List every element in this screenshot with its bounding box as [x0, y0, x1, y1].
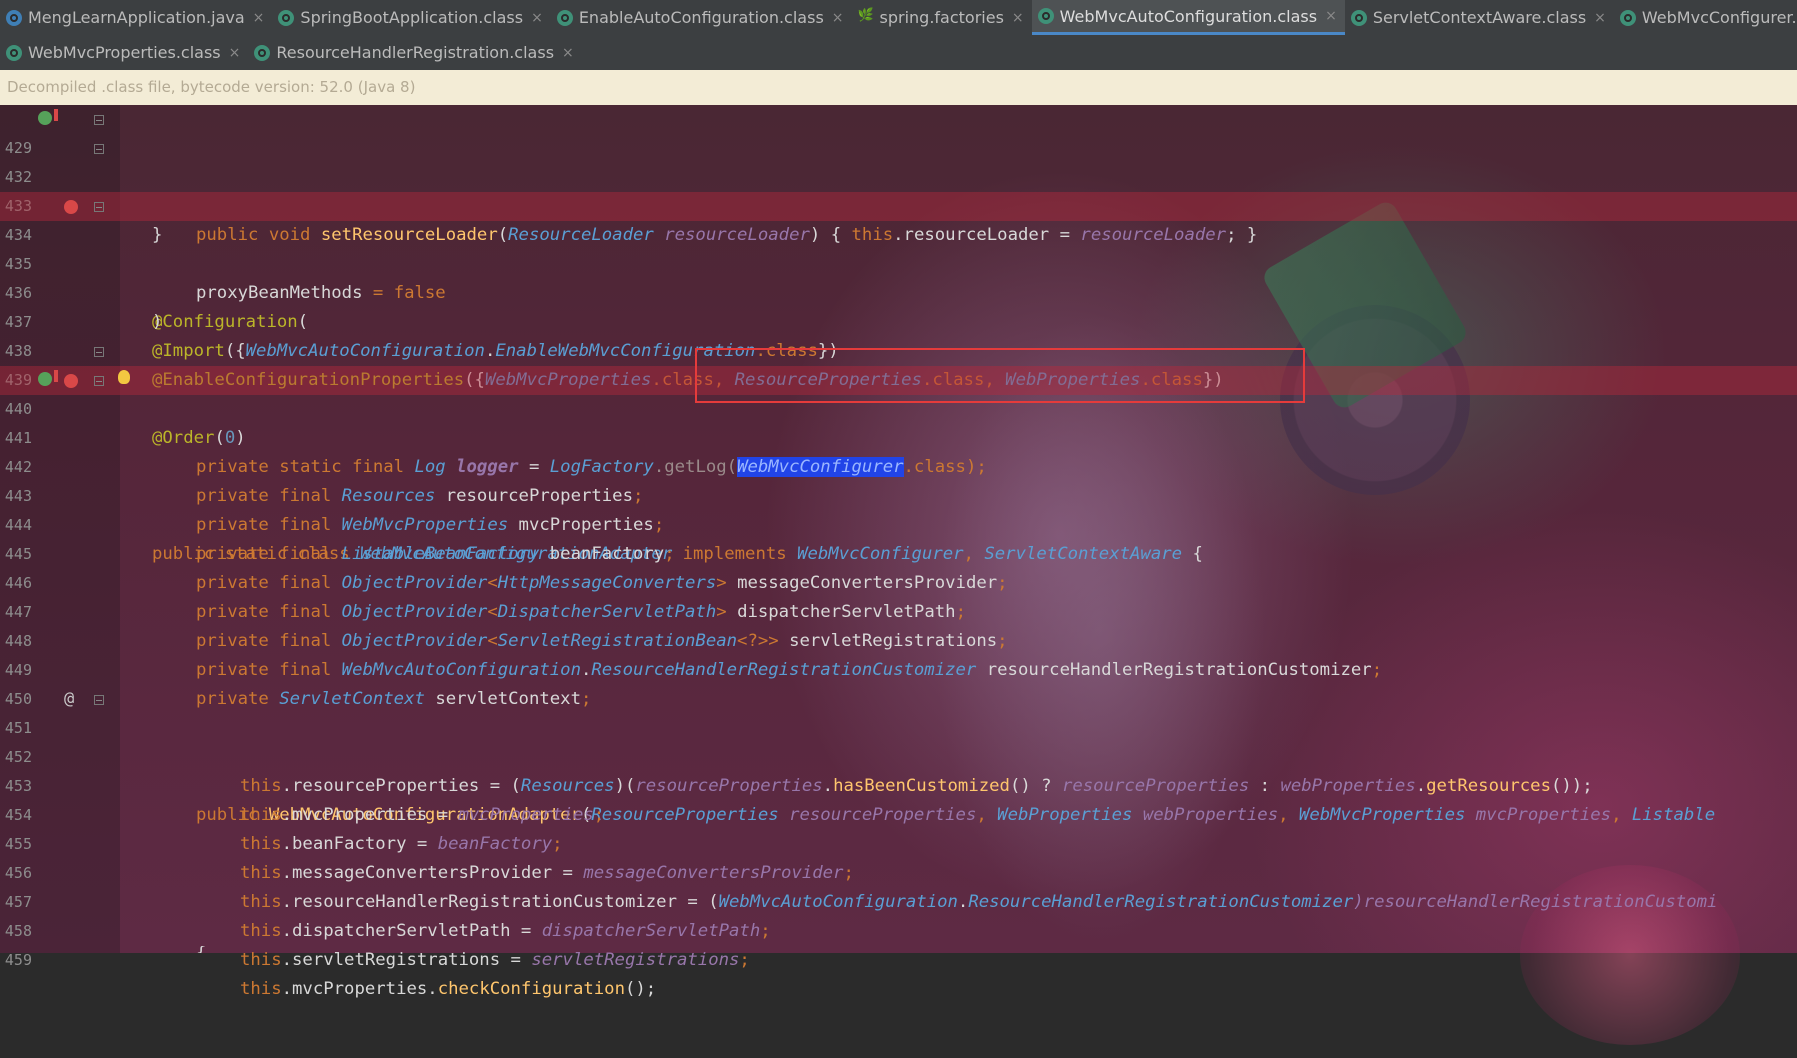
tab-label: ServletContextAware.class [1372, 8, 1587, 27]
code-line-458[interactable]: 458 this.servletRegistrations = servletR… [0, 888, 1797, 970]
interface-icon [1350, 9, 1367, 26]
code-line-440[interactable]: 440 public static class WebMvcAutoConfig… [0, 366, 1797, 564]
interface-icon [1619, 9, 1636, 26]
tab-webmvcproperties-class[interactable]: WebMvcProperties.class × [0, 35, 248, 70]
spring-leaf-icon [858, 8, 874, 26]
code-line-447[interactable]: 447 private final ObjectProvider<Servlet… [0, 569, 1797, 651]
implementation-marker-icon[interactable] [38, 370, 58, 386]
fold-marker-icon[interactable] [94, 202, 104, 212]
lightbulb-icon[interactable] [118, 370, 130, 384]
code-line-434[interactable]: 434 @Configuration( [0, 192, 1797, 332]
code-line-433[interactable]: 433 [0, 163, 1797, 215]
code-token: ; [739, 950, 750, 970]
breakpoint-icon[interactable] [64, 200, 78, 214]
tab-menglearnapplication-java[interactable]: MengLearnApplication.java × [0, 0, 272, 35]
code-line-432[interactable]: 432 } [0, 134, 1797, 245]
code-token: .mvcProperties. [281, 979, 438, 999]
code-line-457[interactable]: 457 this.dispatcherServletPath = dispatc… [0, 859, 1797, 941]
code-line-438[interactable]: 438 @EnableConfigurationProperties({WebM… [0, 308, 1797, 390]
close-icon[interactable]: × [562, 45, 574, 61]
at-annotation-icon[interactable]: @ [64, 685, 78, 709]
fold-marker-icon[interactable] [94, 695, 104, 705]
code-editor[interactable]: 429 public void setResourceLoader(Resour… [0, 105, 1797, 999]
code-token: servletRegistrations [531, 950, 740, 970]
code-line-448[interactable]: 448 private final WebMvcAutoConfiguratio… [0, 598, 1797, 680]
code-line-444[interactable]: 444 private final ListableBeanFactory be… [0, 482, 1797, 564]
decompiled-notice-banner: Decompiled .class file, bytecode version… [0, 70, 1797, 105]
tab-springbootapplication-class[interactable]: SpringBootApplication.class × [272, 0, 550, 35]
code-line-460-partial: } [0, 946, 1797, 953]
tab-label: SpringBootApplication.class [300, 8, 524, 27]
code-line-455[interactable]: 455 this.messageConvertersProvider = mes… [0, 801, 1797, 883]
fold-marker-icon[interactable] [94, 376, 104, 386]
tab-label: WebMvcProperties.class [28, 43, 221, 62]
override-marker-icon[interactable] [38, 109, 58, 125]
tab-resourcehandlerregistration-class[interactable]: ResourceHandlerRegistration.class × [248, 35, 581, 70]
code-line-439[interactable]: 439 @Order(0) [0, 337, 1797, 448]
tab-label: WebMvcConfigurer.class [1641, 8, 1797, 27]
tab-webmvcconfigurer-class[interactable]: WebMvcConfigurer.class × [1614, 0, 1797, 35]
java-class-icon [6, 9, 22, 26]
tab-spring-factories[interactable]: spring.factories × [852, 0, 1032, 35]
tab-webmvcautoconfiguration-class[interactable]: WebMvcAutoConfiguration.class × [1031, 0, 1345, 35]
tab-servletcontextaware-class[interactable]: ServletContextAware.class × [1345, 0, 1614, 35]
editor-tab-bar-row-1: MengLearnApplication.java × SpringBootAp… [0, 0, 1797, 36]
fold-marker-icon[interactable] [94, 347, 104, 357]
tab-label: spring.factories [879, 8, 1004, 27]
editor-tab-bar-row-2: WebMvcProperties.class × ResourceHandler… [0, 35, 1797, 71]
tab-label: MengLearnApplication.java [28, 8, 245, 27]
code-token: } [196, 946, 206, 953]
tab-label: WebMvcAutoConfiguration.class [1059, 6, 1318, 26]
code-line-445[interactable]: 445 private final ObjectProvider<HttpMes… [0, 511, 1797, 593]
tab-label: EnableAutoConfiguration.class [578, 8, 824, 27]
class-icon [1037, 8, 1054, 24]
close-icon[interactable]: × [229, 45, 241, 61]
code-line-436[interactable]: 436 ) [0, 250, 1797, 332]
code-line-446[interactable]: 446 private final ObjectProvider<Dispatc… [0, 540, 1797, 622]
code-token: checkConfiguration [437, 979, 625, 999]
close-icon[interactable]: × [1012, 10, 1024, 26]
fold-marker-icon[interactable] [94, 115, 104, 125]
close-icon[interactable]: × [531, 10, 543, 26]
annotation-icon [556, 9, 573, 26]
code-line-454[interactable]: 454 this.beanFactory = beanFactory; [0, 772, 1797, 854]
code-token: this [240, 979, 282, 999]
code-line-459[interactable]: 459 this.mvcProperties.checkConfiguratio… [0, 917, 1797, 999]
code-line-451[interactable]: 451 @ public WebMvcAutoConfigurationAdap… [0, 685, 1797, 825]
annotation-icon [278, 9, 295, 26]
code-line-449[interactable]: 449 private ServletContext servletContex… [0, 627, 1797, 709]
code-line-442[interactable]: 442 private final Resources resourceProp… [0, 424, 1797, 506]
class-icon [254, 44, 271, 61]
code-line-453[interactable]: 453 this.mvcProperties = mvcProperties; [0, 743, 1797, 825]
close-icon[interactable]: × [253, 10, 265, 26]
code-line-429[interactable]: 429 public void setResourceLoader(Resour… [0, 105, 1797, 245]
fold-marker-icon[interactable] [94, 144, 104, 154]
code-line-452[interactable]: 452 this.resourceProperties = (Resources… [0, 714, 1797, 796]
tab-enableautoconfiguration-class[interactable]: EnableAutoConfiguration.class × [551, 0, 852, 35]
close-icon[interactable]: × [832, 10, 844, 26]
code-line-441[interactable]: 441 private static final Log logger = Lo… [0, 395, 1797, 477]
close-icon[interactable]: × [1325, 8, 1337, 24]
code-line-435[interactable]: 435 proxyBeanMethods = false [0, 221, 1797, 303]
class-icon [6, 44, 22, 61]
code-token: .servletRegistrations = [281, 950, 532, 970]
code-line-450[interactable]: 450 [0, 656, 1797, 708]
code-line-456[interactable]: 456 this.resourceHandlerRegistrationCust… [0, 830, 1797, 912]
code-line-437[interactable]: 437 @Import({WebMvcAutoConfiguration.Ena… [0, 279, 1797, 361]
code-token: (); [624, 979, 657, 999]
breakpoint-icon[interactable] [64, 374, 78, 388]
tab-label: ResourceHandlerRegistration.class [276, 43, 555, 62]
code-line-443[interactable]: 443 private final WebMvcProperties mvcPr… [0, 453, 1797, 535]
code-token: this [240, 950, 282, 970]
close-icon[interactable]: × [1594, 10, 1606, 26]
